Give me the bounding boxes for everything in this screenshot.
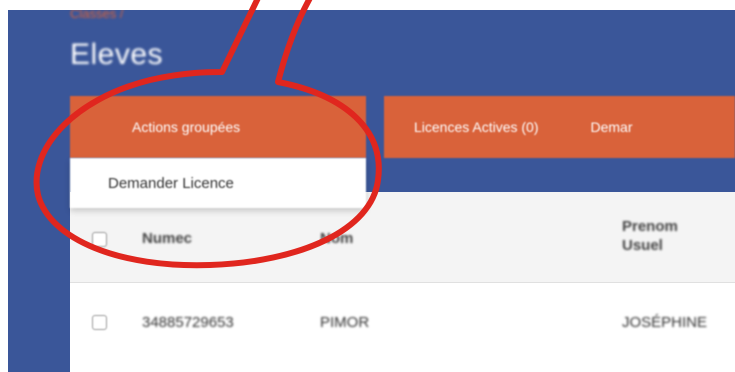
cell-nom: PIMOR — [320, 314, 370, 331]
column-header-prenom-line1: Prenom — [622, 218, 678, 235]
request-button-label[interactable]: Demar — [591, 119, 633, 135]
column-header-numero[interactable]: Numec — [142, 230, 192, 247]
cell-numero: 34885729653 — [142, 314, 234, 331]
grouped-actions-button[interactable]: Actions groupées — [70, 96, 366, 158]
grouped-actions-label: Actions groupées — [132, 119, 241, 135]
select-all-checkbox[interactable] — [92, 232, 107, 247]
breadcrumb[interactable]: Classes / — [70, 10, 123, 21]
column-header-prenom[interactable]: Prenom Usuel — [622, 218, 678, 254]
page-title: Eleves — [70, 38, 164, 71]
request-licence-label: Demander Licence — [108, 174, 234, 192]
row-checkbox[interactable] — [92, 315, 107, 330]
active-licences-label: Licences Actives (0) — [414, 119, 539, 135]
cell-prenom: JOSÉPHINE — [622, 314, 708, 331]
active-licences-button[interactable]: Licences Actives (0) Demar — [384, 96, 735, 158]
column-header-prenom-line2: Usuel — [622, 237, 663, 254]
request-licence-menu-item[interactable]: Demander Licence — [70, 158, 366, 208]
students-table: Numec Nom Prenom Usuel 34885729653 PIMOR… — [70, 192, 735, 372]
app-window: Classes / Eleves Actions groupées Licenc… — [8, 10, 735, 372]
column-header-nom[interactable]: Nom — [320, 230, 353, 247]
